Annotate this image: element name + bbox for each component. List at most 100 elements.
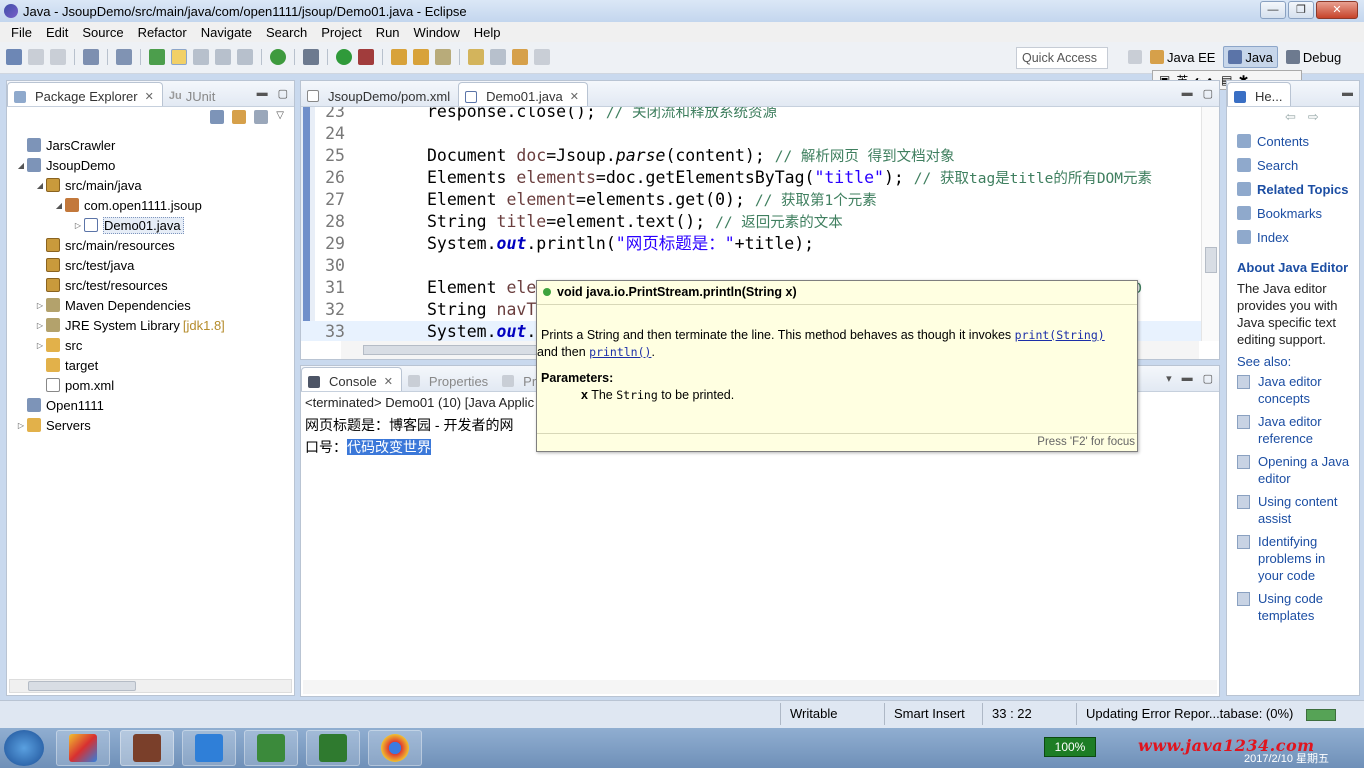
close-tab-icon[interactable]: ✕ (145, 90, 154, 103)
focus-icon[interactable] (254, 110, 269, 124)
tree-item[interactable]: ▷ Demo01.java (7, 215, 294, 235)
menu-run[interactable]: Run (369, 25, 407, 40)
open-task-icon[interactable] (413, 49, 429, 65)
tree-item[interactable]: pom.xml (7, 375, 294, 395)
console-output-line[interactable]: 网页标题是：博客园 - 开发者的网 (305, 415, 513, 435)
tree-item[interactable]: src/main/resources (7, 235, 294, 255)
start-button[interactable] (4, 730, 44, 766)
tab-package-explorer[interactable]: Package Explorer ✕ (7, 82, 163, 106)
link-editor-icon[interactable] (232, 110, 247, 124)
word-wrap-icon[interactable] (215, 49, 231, 65)
minimize-icon[interactable]: ▬ (1182, 372, 1193, 385)
see-also-link[interactable]: Identifying problems in your code (1227, 529, 1359, 586)
minimize-icon[interactable]: ▬ (1342, 87, 1353, 99)
menu-edit[interactable]: Edit (39, 25, 75, 40)
expand-toggle-icon[interactable]: ▷ (34, 301, 46, 310)
menu-help[interactable]: Help (467, 25, 508, 40)
maximize-button[interactable]: ❐ (1288, 1, 1314, 19)
tree-item[interactable]: ◢ JsoupDemo (7, 155, 294, 175)
minimize-icon[interactable]: ▬ (1182, 87, 1193, 100)
tree-item[interactable]: src/test/java (7, 255, 294, 275)
open-type-icon[interactable] (391, 49, 407, 65)
maximize-icon[interactable]: ▢ (1203, 87, 1213, 100)
see-also-link[interactable]: Using code templates (1227, 586, 1359, 626)
taskbar-app[interactable] (182, 730, 236, 766)
taskbar-app[interactable] (244, 730, 298, 766)
expand-toggle-icon[interactable]: ◢ (53, 201, 65, 210)
console-horizontal-scrollbar[interactable] (303, 680, 1217, 694)
print-string-link[interactable]: print(String) (1015, 328, 1105, 342)
tab-console[interactable]: Console ✕ (301, 367, 402, 391)
last-edit-icon[interactable] (490, 49, 506, 65)
skip-breakpoints-icon[interactable] (116, 49, 132, 65)
menu-source[interactable]: Source (75, 25, 130, 40)
tab-junit[interactable]: Ju JUnit (163, 82, 223, 106)
code-line[interactable]: 30 (301, 255, 1219, 277)
perspective-java[interactable]: Java (1223, 46, 1278, 68)
maximize-icon[interactable]: ▢ (278, 87, 288, 100)
see-also-link[interactable]: Opening a Java editor (1227, 449, 1359, 489)
menu-file[interactable]: File (4, 25, 39, 40)
code-line[interactable]: 28 String title=element.text(); // 返回元素的文… (301, 211, 1219, 233)
block-selection-icon[interactable] (193, 49, 209, 65)
help-index-link[interactable]: Index (1237, 225, 1359, 249)
expand-toggle-icon[interactable]: ▷ (34, 341, 46, 350)
refresh-icon[interactable] (270, 49, 286, 65)
toggle-breadcrumb-icon[interactable] (149, 49, 165, 65)
search-icon[interactable] (435, 49, 451, 65)
tree-item[interactable]: ◢ com.open1111.jsoup (7, 195, 294, 215)
forward-arrow-icon[interactable]: ⇨ (1308, 109, 1319, 125)
tab-demo01-java[interactable]: Demo01.java ✕ (458, 82, 588, 106)
code-line[interactable]: 27 Element element=elements.get(0); // 获取… (301, 189, 1219, 211)
external-tools-icon[interactable] (358, 49, 374, 65)
quick-access-input[interactable]: Quick Access (1016, 47, 1108, 69)
tree-item[interactable]: JarsCrawler (7, 135, 294, 155)
tree-item[interactable]: ▷ src (7, 335, 294, 355)
taskbar-app[interactable] (56, 730, 110, 766)
code-line[interactable]: 24 (301, 123, 1219, 145)
tree-item[interactable]: ▷ Maven Dependencies (7, 295, 294, 315)
code-line[interactable]: 29 System.out.println("网页标题是："+title); (301, 233, 1219, 255)
javadoc-hover[interactable]: void java.io.PrintStream.println(String … (536, 280, 1138, 452)
minimize-icon[interactable]: ▬ (257, 87, 268, 100)
new-icon[interactable] (6, 49, 22, 65)
tree-item[interactable]: ◢ src/main/java (7, 175, 294, 195)
tab-help[interactable]: He... (1227, 82, 1292, 106)
menu-search[interactable]: Search (259, 25, 314, 40)
perspective-debug[interactable]: Debug (1282, 46, 1345, 68)
tree-item[interactable]: ▷ Servers (7, 415, 294, 435)
run-icon[interactable] (336, 49, 352, 65)
status-progress[interactable]: Updating Error Repor...tabase: (0%) (1086, 706, 1293, 721)
next-annotation-icon[interactable] (468, 49, 484, 65)
console-menu-icon[interactable]: ▾ (1166, 372, 1172, 385)
tree-item[interactable]: ▷ JRE System Library [jdk1.8] (7, 315, 294, 335)
back-arrow-icon[interactable]: ⇦ (1285, 109, 1296, 125)
debug-icon[interactable] (303, 49, 319, 65)
open-perspective-icon[interactable] (1128, 50, 1142, 64)
forward-icon[interactable] (534, 49, 550, 65)
editor-vertical-scrollbar[interactable] (1201, 107, 1219, 341)
help-search-link[interactable]: Search (1237, 153, 1359, 177)
back-icon[interactable] (512, 49, 528, 65)
taskbar-chrome[interactable] (368, 730, 422, 766)
see-also-link[interactable]: Using content assist (1227, 489, 1359, 529)
tree-item[interactable]: Open1111 (7, 395, 294, 415)
expand-toggle-icon[interactable]: ▷ (72, 221, 84, 230)
selected-text[interactable]: 代码改变世界 (347, 439, 431, 455)
println-link[interactable]: println() (589, 345, 651, 359)
close-tab-icon[interactable]: ✕ (570, 90, 579, 103)
menu-navigate[interactable]: Navigate (194, 25, 259, 40)
clock-date[interactable]: 2017/2/10 星期五 (1244, 750, 1329, 766)
minimize-button[interactable]: — (1260, 1, 1286, 19)
save-icon[interactable] (28, 49, 44, 65)
show-whitespace-icon[interactable] (237, 49, 253, 65)
battery-indicator[interactable]: 100% (1044, 737, 1096, 757)
close-button[interactable]: ✕ (1316, 1, 1358, 19)
help-related-topics-link[interactable]: Related Topics (1237, 177, 1359, 201)
expand-toggle-icon[interactable]: ▷ (15, 421, 27, 430)
explorer-horizontal-scrollbar[interactable] (9, 679, 292, 693)
maximize-icon[interactable]: ▢ (1203, 372, 1213, 385)
taskbar-eclipse[interactable] (120, 730, 174, 766)
close-tab-icon[interactable]: ✕ (384, 375, 393, 388)
view-menu-icon[interactable]: ▽ (276, 110, 284, 124)
